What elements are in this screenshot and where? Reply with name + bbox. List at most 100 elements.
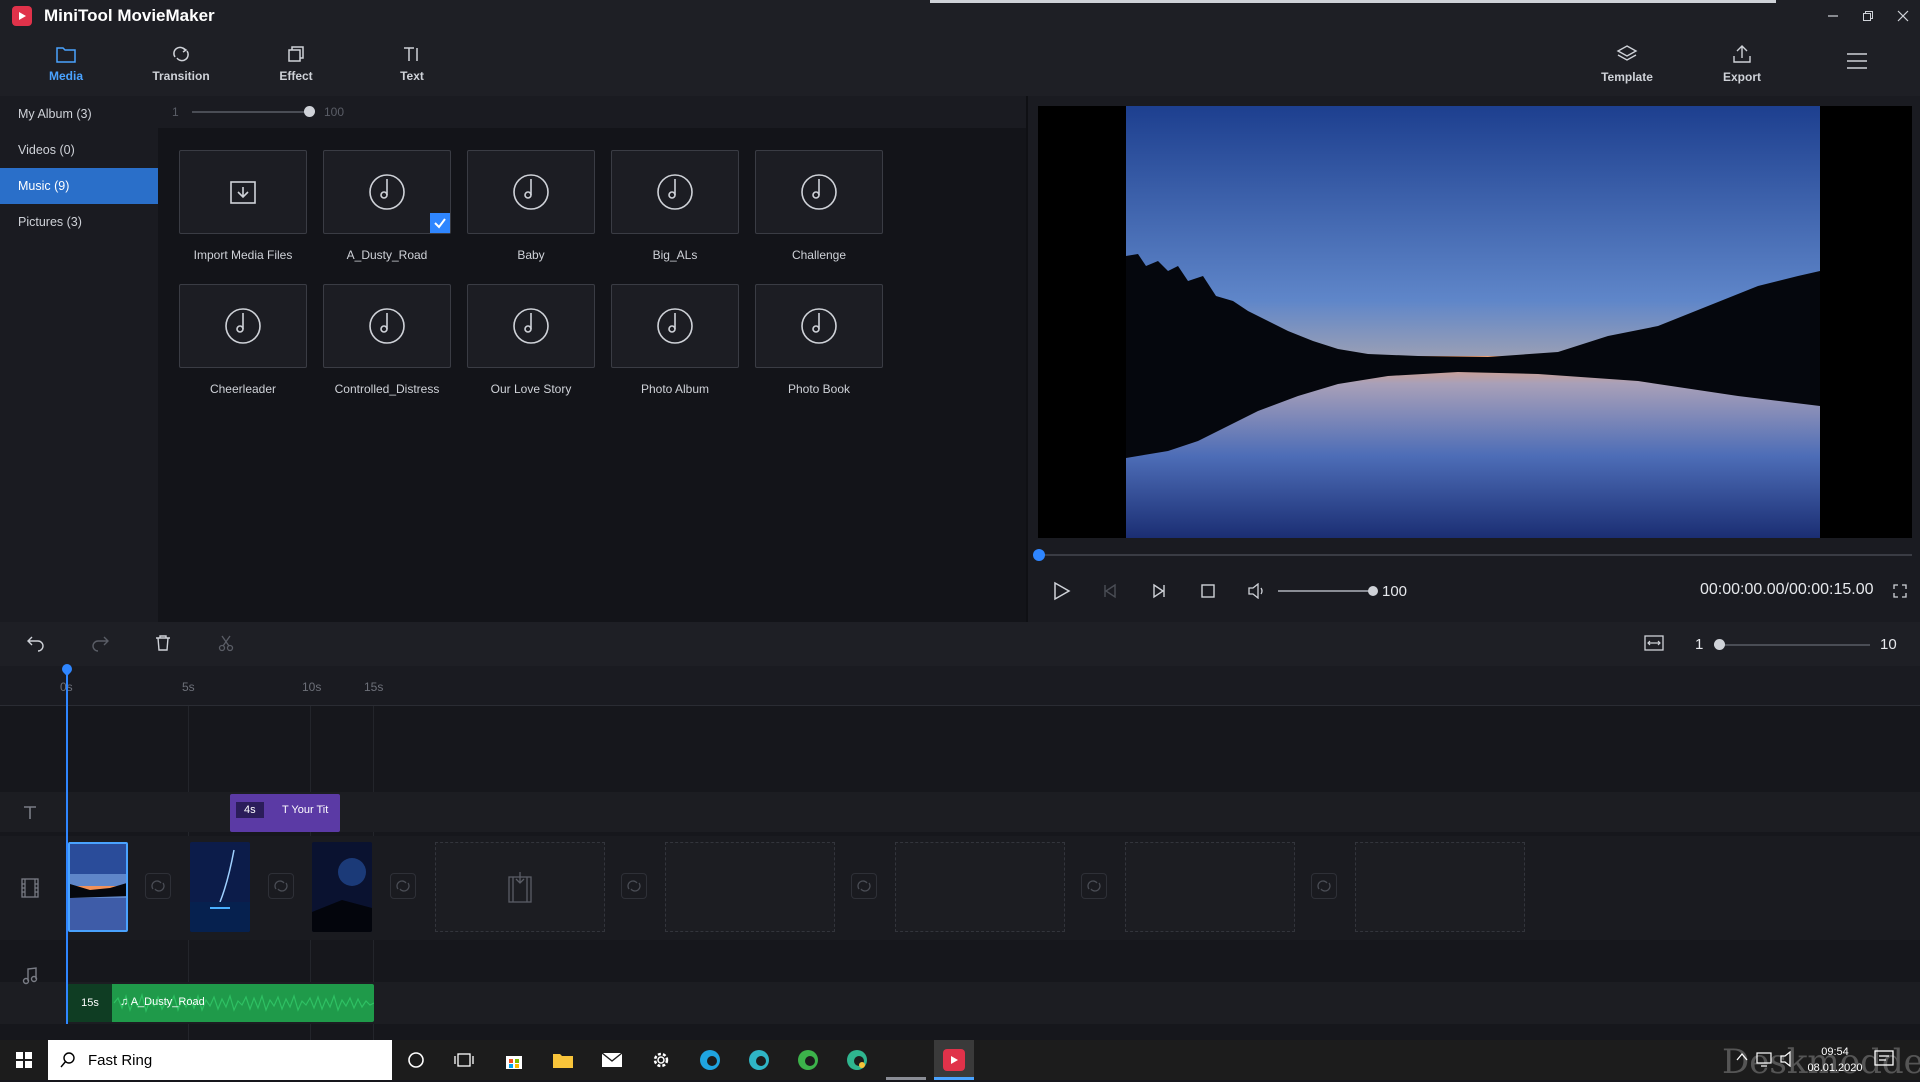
media-tile-box[interactable] bbox=[755, 284, 883, 368]
cortana-button[interactable] bbox=[396, 1040, 436, 1080]
stop-button[interactable] bbox=[1190, 566, 1226, 616]
minimize-button[interactable] bbox=[1816, 0, 1850, 32]
media-tile[interactable]: Photo Book bbox=[755, 284, 883, 396]
edge-button[interactable] bbox=[690, 1040, 730, 1080]
video-clip-lake[interactable] bbox=[68, 842, 128, 932]
empty-clip-slot[interactable] bbox=[1125, 842, 1295, 932]
volume-slider-thumb[interactable] bbox=[1368, 586, 1378, 596]
template-button[interactable]: Template bbox=[1577, 32, 1677, 96]
export-button[interactable]: Export bbox=[1692, 32, 1792, 96]
tab-effect-label: Effect bbox=[279, 69, 313, 83]
media-tile-box[interactable] bbox=[611, 284, 739, 368]
sidebar-item-pictures[interactable]: Pictures (3) bbox=[0, 204, 158, 240]
fullscreen-icon bbox=[1893, 584, 1907, 598]
import-media-tile[interactable]: Import Media Files bbox=[179, 150, 307, 262]
media-tile[interactable]: Controlled_Distress bbox=[323, 284, 451, 396]
empty-clip-slot[interactable] bbox=[1355, 842, 1525, 932]
task-view-button[interactable] bbox=[444, 1040, 484, 1080]
media-tile-box[interactable] bbox=[467, 284, 595, 368]
media-tile-box[interactable] bbox=[323, 284, 451, 368]
edge-dev-button[interactable] bbox=[788, 1040, 828, 1080]
video-clip-night[interactable] bbox=[312, 842, 372, 932]
zoom-slider-thumb[interactable] bbox=[304, 106, 315, 117]
media-tile[interactable]: Challenge bbox=[755, 150, 883, 262]
media-tile-box[interactable] bbox=[755, 150, 883, 234]
tab-text[interactable]: Text bbox=[362, 32, 462, 96]
media-tile-box[interactable] bbox=[611, 150, 739, 234]
transition-slot[interactable] bbox=[621, 873, 647, 899]
close-button[interactable] bbox=[1886, 0, 1920, 32]
import-media-box[interactable] bbox=[179, 150, 307, 234]
timeline-ruler[interactable]: 0s 5s 10s 15s bbox=[0, 666, 1920, 706]
transition-slot[interactable] bbox=[851, 873, 877, 899]
fullscreen-button[interactable] bbox=[1888, 566, 1912, 616]
text-clip[interactable]: 4s T Your Tit bbox=[230, 794, 340, 832]
tile-label: Our Love Story bbox=[490, 382, 572, 396]
mail-button[interactable] bbox=[592, 1040, 632, 1080]
edge-beta-button[interactable] bbox=[739, 1040, 779, 1080]
empty-clip-slot[interactable] bbox=[895, 842, 1065, 932]
playback-progress-thumb[interactable] bbox=[1033, 549, 1045, 561]
tile-label: Challenge bbox=[791, 248, 847, 262]
start-button[interactable] bbox=[4, 1040, 44, 1080]
title-bar: MiniTool MovieMaker bbox=[0, 0, 1920, 32]
playback-progress-track[interactable] bbox=[1038, 554, 1912, 556]
network-button[interactable] bbox=[1756, 1051, 1774, 1067]
transition-slot[interactable] bbox=[145, 873, 171, 899]
transition-slot[interactable] bbox=[1311, 873, 1337, 899]
media-tile[interactable]: A_Dusty_Road bbox=[323, 150, 451, 262]
audio-clip[interactable]: 15s ♫ A_Dusty_Road bbox=[68, 984, 374, 1022]
taskbar-search-box[interactable]: Fast Ring bbox=[48, 1040, 392, 1080]
split-button[interactable] bbox=[217, 634, 235, 652]
moviemaker-taskbar-button[interactable] bbox=[934, 1040, 974, 1080]
sidebar-item-music[interactable]: Music (9) bbox=[0, 168, 158, 204]
file-explorer-button[interactable] bbox=[543, 1040, 583, 1080]
previous-frame-button[interactable] bbox=[1092, 566, 1128, 616]
playhead[interactable] bbox=[66, 666, 68, 1024]
media-tile[interactable]: Baby bbox=[467, 150, 595, 262]
transition-slot[interactable] bbox=[1081, 873, 1107, 899]
fit-timeline-button[interactable] bbox=[1644, 635, 1664, 651]
empty-clip-slot[interactable] bbox=[665, 842, 835, 932]
next-frame-button[interactable] bbox=[1141, 566, 1177, 616]
restore-button[interactable] bbox=[1851, 0, 1885, 32]
timeline-zoom-track[interactable] bbox=[1714, 644, 1870, 646]
tab-transition[interactable]: Transition bbox=[131, 32, 231, 96]
cortana-icon bbox=[408, 1052, 424, 1068]
clock[interactable]: 09:54 08.01.2020 bbox=[1805, 1044, 1865, 1076]
sidebar-item-videos[interactable]: Videos (0) bbox=[0, 132, 158, 168]
edge-canary-icon bbox=[847, 1050, 867, 1070]
media-tile-box[interactable] bbox=[323, 150, 451, 234]
task-view-icon bbox=[454, 1053, 474, 1067]
notification-button[interactable] bbox=[1874, 1050, 1894, 1068]
transition-slot[interactable] bbox=[390, 873, 416, 899]
sound-button[interactable] bbox=[1780, 1051, 1798, 1067]
volume-button[interactable] bbox=[1239, 566, 1275, 616]
play-button[interactable] bbox=[1044, 566, 1080, 616]
selected-checkbox[interactable] bbox=[430, 213, 450, 233]
media-tile[interactable]: Cheerleader bbox=[179, 284, 307, 396]
sidebar-item-my-album[interactable]: My Album (3) bbox=[0, 96, 158, 132]
undo-button[interactable] bbox=[26, 634, 46, 652]
settings-button[interactable] bbox=[641, 1040, 681, 1080]
volume-slider-track[interactable] bbox=[1278, 590, 1372, 592]
edge-canary-button[interactable] bbox=[837, 1040, 877, 1080]
video-clip-comet[interactable] bbox=[190, 842, 250, 932]
media-tile[interactable]: Photo Album bbox=[611, 284, 739, 396]
tab-media[interactable]: Media bbox=[16, 32, 116, 96]
transition-slot[interactable] bbox=[268, 873, 294, 899]
zoom-slider-track[interactable] bbox=[192, 111, 310, 113]
media-tile-box[interactable] bbox=[467, 150, 595, 234]
tray-overflow-button[interactable] bbox=[1736, 1052, 1748, 1062]
timeline-zoom-thumb[interactable] bbox=[1714, 639, 1725, 650]
empty-clip-slot[interactable] bbox=[435, 842, 605, 932]
network-icon bbox=[1756, 1052, 1772, 1067]
delete-button[interactable] bbox=[154, 634, 172, 652]
store-button[interactable] bbox=[494, 1040, 534, 1080]
menu-button[interactable] bbox=[1807, 32, 1907, 96]
redo-button[interactable] bbox=[90, 634, 110, 652]
media-tile[interactable]: Big_ALs bbox=[611, 150, 739, 262]
media-tile-box[interactable] bbox=[179, 284, 307, 368]
tab-effect[interactable]: Effect bbox=[246, 32, 346, 96]
media-tile[interactable]: Our Love Story bbox=[467, 284, 595, 396]
